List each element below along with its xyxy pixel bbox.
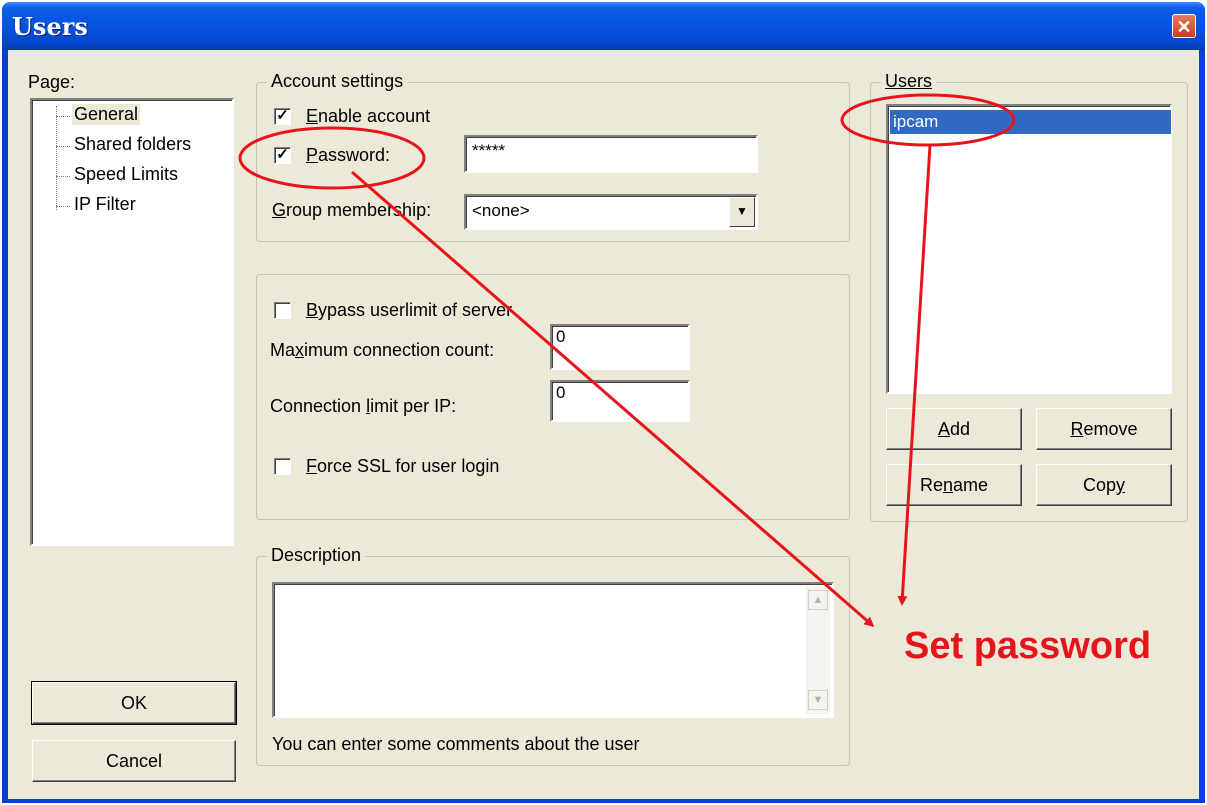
user-highlight-ellipse	[840, 93, 1016, 147]
annotation-overlay	[238, 93, 1016, 627]
arrow-from-user	[897, 144, 932, 606]
password-highlight-ellipse	[238, 126, 426, 190]
arrow-from-password	[351, 170, 875, 627]
